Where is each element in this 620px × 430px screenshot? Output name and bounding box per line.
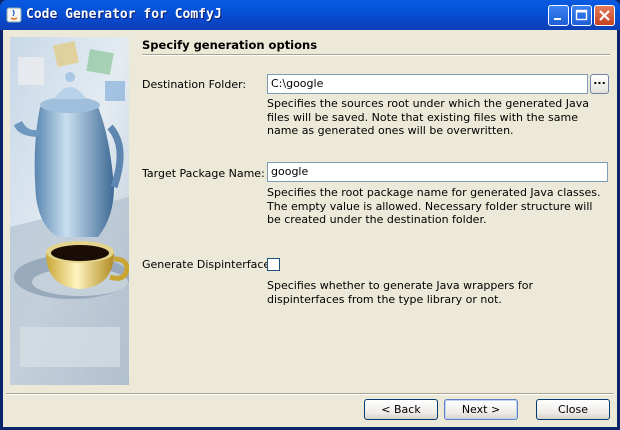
generate-dispinterfaces-label: Generate Dispinterfaces: <box>142 258 280 271</box>
generate-dispinterfaces-description: Specifies whether to generate Java wrapp… <box>267 279 534 306</box>
browse-button[interactable]: ... <box>590 74 609 94</box>
generate-dispinterfaces-checkbox[interactable] <box>267 258 280 271</box>
destination-folder-description: Specifies the sources root under which t… <box>267 97 589 137</box>
target-package-label: Target Package Name: <box>142 167 265 180</box>
target-package-description: Specifies the root package name for gene… <box>267 186 601 226</box>
section-heading: Specify generation options <box>142 38 318 52</box>
java-icon <box>6 7 22 23</box>
maximize-button[interactable] <box>571 5 592 26</box>
dialog-body: Specify generation options Destination F… <box>3 30 617 427</box>
destination-folder-label: Destination Folder: <box>142 78 247 91</box>
minimize-button[interactable] <box>548 5 569 26</box>
close-icon <box>599 10 610 21</box>
minimize-icon <box>554 18 561 20</box>
close-button[interactable]: Close <box>536 399 610 420</box>
footer-divider <box>6 393 614 395</box>
title-bar[interactable]: Code Generator for ComfyJ <box>0 0 620 30</box>
maximize-icon <box>575 9 588 21</box>
close-window-button[interactable] <box>594 5 615 26</box>
target-package-input[interactable]: google <box>267 162 608 182</box>
destination-folder-input[interactable]: C:\google <box>267 74 588 94</box>
next-button[interactable]: Next > <box>444 399 518 420</box>
heading-divider <box>142 54 610 56</box>
dialog-window: Code Generator for ComfyJ Specify genera… <box>0 0 620 430</box>
window-title: Code Generator for ComfyJ <box>26 7 222 22</box>
back-button[interactable]: < Back <box>364 399 438 420</box>
coffee-pot-illustration <box>10 37 129 385</box>
